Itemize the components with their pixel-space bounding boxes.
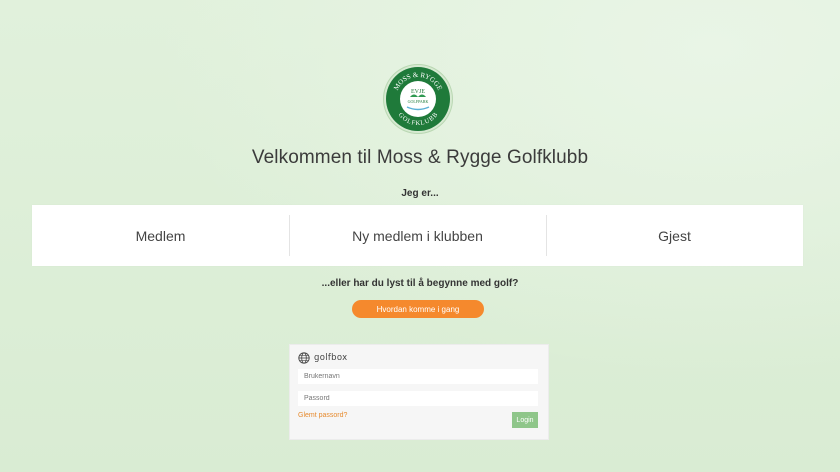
logo-sub-text: GOLFPARK [408, 99, 429, 104]
page-title: Velkommen til Moss & Rygge Golfklubb [251, 147, 589, 168]
globe-icon [298, 352, 310, 364]
role-option-guest[interactable]: Gjest [546, 205, 803, 266]
username-input[interactable] [298, 369, 538, 384]
golfbox-brand-label: golfbox [314, 353, 348, 363]
get-started-button[interactable]: Hvordan komme i gang [352, 300, 484, 318]
role-option-new-member[interactable]: Ny medlem i klubben [289, 205, 546, 266]
club-logo: MOSS & RYGGE GOLFKLUBB EVJE GOLFPARK [386, 67, 450, 131]
forgot-password-link[interactable]: Glemt passord? [298, 412, 347, 419]
role-prompt: Jeg er... [401, 188, 439, 199]
logo-middle-text: EVJE [411, 89, 425, 95]
club-logo-emblem: MOSS & RYGGE GOLFKLUBB EVJE GOLFPARK [387, 68, 449, 130]
golfbox-header: golfbox [298, 352, 347, 364]
get-started-prompt: ...eller har du lyst til å begynne med g… [321, 278, 519, 289]
login-button[interactable]: Login [512, 412, 538, 428]
password-input[interactable] [298, 391, 538, 406]
role-option-member[interactable]: Medlem [32, 205, 289, 266]
golfbox-login-panel: golfbox Glemt passord? Login [289, 344, 549, 440]
role-selector: Medlem Ny medlem i klubben Gjest [32, 205, 803, 266]
